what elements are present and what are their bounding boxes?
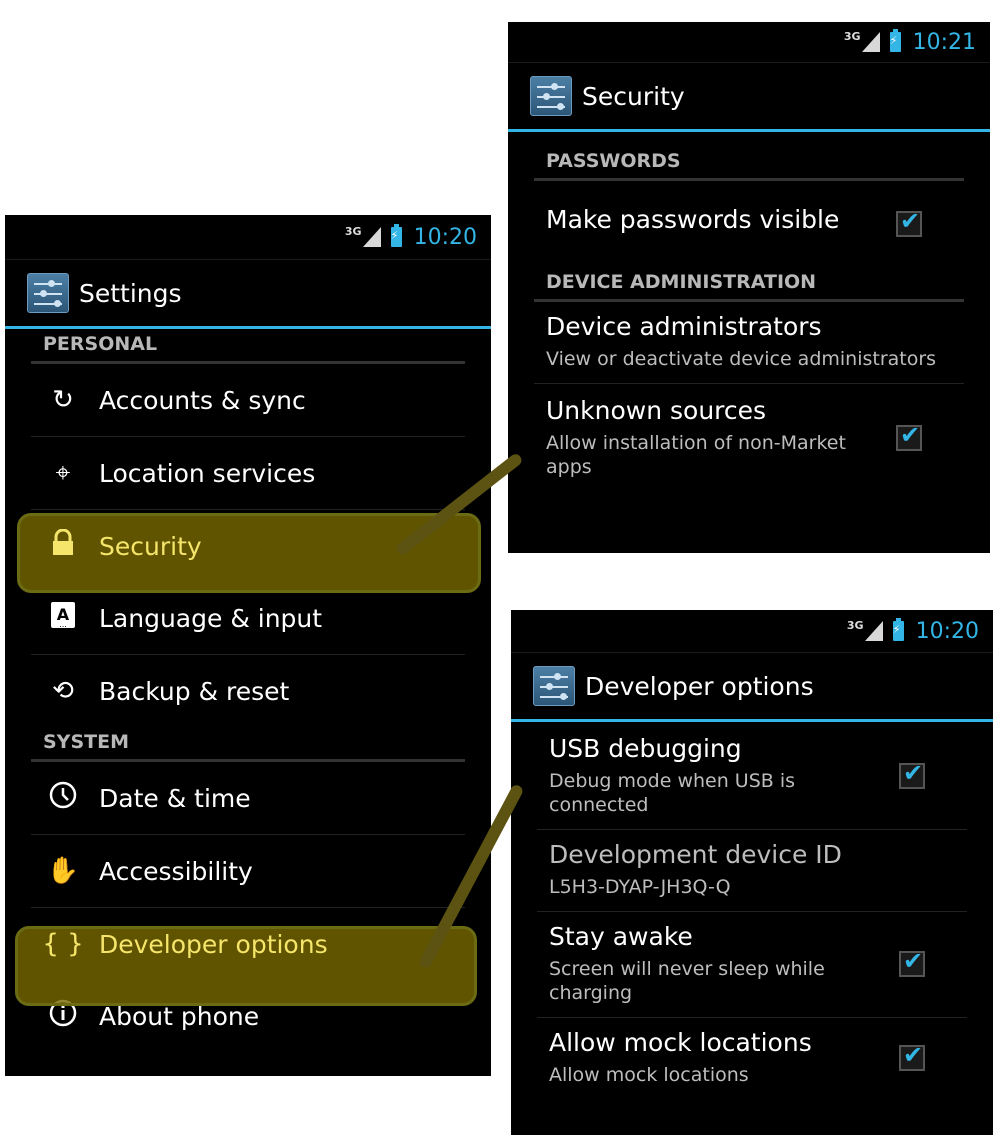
status-time: 10:20 <box>413 224 477 250</box>
menu-item-label: Backup & reset <box>99 676 290 706</box>
menu-item-accessibility[interactable]: ✋ Accessibility <box>31 835 465 908</box>
pref-make-passwords-visible[interactable]: Make passwords visible <box>534 181 964 263</box>
unknown-sources-checkbox[interactable] <box>896 421 922 451</box>
pref-summary: Allow mock locations <box>549 1064 749 1086</box>
signal-icon <box>362 227 381 247</box>
section-header-system: SYSTEM <box>31 727 465 762</box>
make-passwords-visible-checkbox[interactable] <box>896 207 922 237</box>
pref-title: Stay awake <box>549 922 693 951</box>
menu-item-label: Language & input <box>99 603 323 633</box>
pref-title: Make passwords visible <box>546 204 840 234</box>
pref-summary: Debug mode when USB is connected <box>549 770 796 816</box>
backup-icon: ⟲ <box>52 676 74 706</box>
braces-icon: { } <box>42 929 84 959</box>
pref-stay-awake[interactable]: Stay awake Screen will never sleep while… <box>537 912 967 1018</box>
menu-item-label: Security <box>99 531 202 561</box>
security-screen: 3G 10:21 Security PASSWORDS Make passwor… <box>508 22 990 553</box>
svg-text:...: ... <box>59 620 67 629</box>
pref-title: Allow mock locations <box>549 1028 812 1057</box>
pref-title: USB debugging <box>549 734 742 763</box>
stay-awake-checkbox[interactable] <box>899 947 925 977</box>
network-type: 3G <box>344 224 362 238</box>
section-header-personal: PERSONAL <box>31 329 465 364</box>
section-header-passwords: PASSWORDS <box>534 132 964 181</box>
usb-debugging-checkbox[interactable] <box>899 759 925 789</box>
status-bar: 3G 10:21 <box>508 22 990 63</box>
pref-device-administrators[interactable]: Device administrators View or deactivate… <box>534 302 964 384</box>
lock-icon <box>41 528 85 564</box>
menu-item-developer-options[interactable]: { } Developer options <box>31 908 465 980</box>
pref-summary: Allow installation of non-Market apps <box>546 432 846 478</box>
pref-allow-mock-locations[interactable]: Allow mock locations Allow mock location… <box>537 1018 967 1099</box>
menu-item-label: Date & time <box>99 783 251 813</box>
pref-development-device-id: Development device ID L5H3-DYAP-JH3Q-Q <box>537 830 967 912</box>
pref-unknown-sources[interactable]: Unknown sources Allow installation of no… <box>534 384 964 491</box>
page-title: Developer options <box>585 671 814 701</box>
location-icon: ⌖ <box>55 457 71 488</box>
battery-charging-icon <box>390 224 402 247</box>
sync-icon: ↻ <box>52 385 74 415</box>
section-header-device-administration: DEVICE ADMINISTRATION <box>534 263 964 302</box>
pref-title: Device administrators <box>546 312 822 341</box>
action-bar: Settings <box>5 260 491 329</box>
action-bar: Developer options <box>511 653 993 722</box>
keyboard-icon: A... <box>41 600 85 637</box>
menu-item-label: Accounts & sync <box>99 385 306 415</box>
status-time: 10:20 <box>915 618 979 644</box>
menu-item-label: Location services <box>99 458 316 488</box>
settings-screen: 3G 10:20 Settings PERSONAL ↻ Accounts & … <box>5 215 491 1076</box>
allow-mock-locations-checkbox[interactable] <box>899 1041 925 1071</box>
menu-item-backup-reset[interactable]: ⟲ Backup & reset <box>31 655 465 727</box>
menu-item-label: Accessibility <box>99 856 253 886</box>
settings-app-icon[interactable] <box>27 273 69 313</box>
pref-summary: Screen will never sleep while charging <box>549 958 825 1004</box>
menu-item-label: Developer options <box>99 929 328 959</box>
page-title: Settings <box>79 278 182 308</box>
status-time: 10:21 <box>912 29 976 55</box>
menu-item-date-time[interactable]: Date & time <box>31 762 465 835</box>
pref-summary: View or deactivate device administrators <box>546 348 937 370</box>
pref-title: Unknown sources <box>546 396 767 425</box>
pref-usb-debugging[interactable]: USB debugging Debug mode when USB is con… <box>537 722 967 830</box>
settings-app-icon[interactable] <box>533 666 575 706</box>
action-bar: Security <box>508 63 990 132</box>
network-type: 3G <box>846 618 864 632</box>
developer-options-screen: 3G 10:20 Developer options USB debugging… <box>511 610 993 1135</box>
menu-item-location-services[interactable]: ⌖ Location services <box>31 437 465 510</box>
menu-item-accounts-sync[interactable]: ↻ Accounts & sync <box>31 364 465 437</box>
hand-icon: ✋ <box>46 856 80 886</box>
pref-summary: L5H3-DYAP-JH3Q-Q <box>549 876 731 898</box>
battery-charging-icon <box>892 618 904 641</box>
signal-icon <box>864 621 883 641</box>
settings-app-icon[interactable] <box>530 76 572 116</box>
battery-charging-icon <box>889 29 901 52</box>
pref-title: Development device ID <box>549 840 842 869</box>
status-bar: 3G 10:20 <box>511 610 993 653</box>
signal-icon <box>861 32 880 52</box>
network-type: 3G <box>843 29 861 43</box>
page-title: Security <box>582 81 685 111</box>
clock-icon <box>41 780 85 817</box>
status-bar: 3G 10:20 <box>5 215 491 260</box>
